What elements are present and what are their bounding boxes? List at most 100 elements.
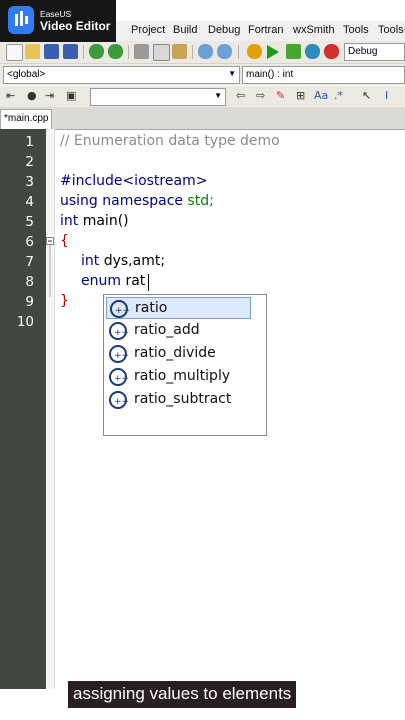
symbol-select[interactable]: main() : int [242, 66, 405, 84]
highlight-icon[interactable]: ✎ [276, 89, 285, 102]
regex-icon[interactable]: .* [334, 89, 343, 102]
symbol-value: main() : int [246, 69, 294, 80]
fold-margin[interactable] [46, 129, 55, 689]
arrow-left-icon[interactable]: ⇦ [236, 89, 245, 102]
code-line-1[interactable]: // Enumeration data type demo [60, 133, 280, 149]
save-all-icon[interactable] [63, 44, 78, 59]
code-line-8[interactable]: enum rat [81, 273, 145, 289]
toolbar-separator [128, 45, 129, 59]
scope-value: <global> [7, 69, 46, 80]
toolbar-separator [83, 45, 84, 59]
cut-icon[interactable] [134, 44, 149, 59]
menu-tools[interactable]: Tools [343, 24, 369, 36]
fold-marker-icon[interactable] [46, 237, 55, 297]
open-file-icon[interactable] [25, 44, 40, 59]
code-line-5[interactable]: int main() [60, 213, 129, 229]
video-caption: assigning values to elements [68, 681, 297, 708]
line-number-gutter: 1 2 3 4 5 6 7 8 9 10 [0, 129, 46, 689]
code-line-3[interactable]: #include<iostream> [60, 173, 207, 189]
paste-icon[interactable] [172, 44, 187, 59]
autocomplete-label: ratio_add [134, 322, 200, 338]
code-line-4[interactable]: using namespace std; [60, 193, 214, 209]
find-icon[interactable] [198, 44, 213, 59]
main-signature: main() [78, 213, 129, 229]
code-line-7[interactable]: int dys,amt; [81, 253, 165, 269]
search-combo[interactable]: ▼ [90, 88, 226, 106]
replace-icon[interactable] [217, 44, 232, 59]
pointer-icon[interactable]: ↖ [362, 89, 371, 102]
easeus-watermark: EaseUS Video Editor [0, 0, 116, 42]
rebuild-icon[interactable] [305, 44, 320, 59]
line-number: 6 [25, 234, 34, 250]
build-target-value: Debug [348, 46, 378, 57]
redo-icon[interactable] [108, 44, 123, 59]
svg-text:++: ++ [114, 351, 129, 361]
tab-main-cpp[interactable]: *main.cpp [0, 109, 52, 129]
arrow-right-icon[interactable]: ⇨ [256, 89, 265, 102]
comment-icon[interactable]: ▣ [66, 89, 76, 102]
line-number: 8 [25, 274, 34, 290]
autocomplete-label: ratio_subtract [134, 391, 232, 407]
keyword-int: int [81, 253, 100, 269]
copy-icon[interactable] [153, 44, 170, 61]
cpp-class-icon: ++ [109, 322, 129, 340]
keyword-int: int [60, 213, 79, 229]
breakpoint-icon[interactable]: ● [27, 89, 37, 102]
build-icon[interactable] [247, 44, 262, 59]
build-and-run-icon[interactable] [286, 44, 301, 59]
cpp-class-icon: ++ [109, 345, 129, 363]
autocomplete-item-ratio[interactable]: ++ ratio [106, 297, 251, 319]
cpp-class-icon: ++ [109, 391, 129, 409]
menu-build[interactable]: Build [173, 24, 197, 36]
code-line-9[interactable]: } [60, 293, 69, 309]
variable-declarations: dys,amt; [99, 253, 166, 269]
debug-toolbar: ⇤ ● ⇥ ▣ ▼ ⇦ ⇨ ✎ ⊞ Aa .* ↖ I [0, 86, 405, 108]
tab-label: *main.cpp [4, 113, 49, 124]
autocomplete-item-ratio-subtract[interactable]: ++ ratio_subtract [106, 389, 251, 411]
line-number: 10 [16, 314, 34, 330]
line-number: 1 [25, 134, 34, 150]
line-number: 7 [25, 254, 34, 270]
select-icon[interactable]: ⊞ [296, 89, 305, 102]
line-number: 2 [25, 154, 34, 170]
autocomplete-item-ratio-multiply[interactable]: ++ ratio_multiply [106, 366, 251, 388]
save-icon[interactable] [44, 44, 59, 59]
line-number: 5 [25, 214, 34, 230]
cpp-class-icon: ++ [109, 368, 129, 386]
line-number: 4 [25, 194, 34, 210]
watermark-brand: EaseUS [40, 9, 72, 19]
jump-back-icon[interactable]: ⇤ [6, 89, 15, 102]
cpp-class-icon: ++ [110, 300, 130, 318]
svg-text:++: ++ [114, 328, 129, 338]
undo-icon[interactable] [89, 44, 104, 59]
menu-tools-plus[interactable]: Tools+ [378, 24, 405, 36]
scope-select[interactable]: <global> ▼ [3, 66, 240, 84]
main-toolbar: Debug [0, 41, 405, 64]
autocomplete-item-ratio-add[interactable]: ++ ratio_add [106, 320, 251, 342]
code-line-6[interactable]: { [60, 233, 69, 249]
code-completion-toolbar: <global> ▼ main() : int [0, 64, 405, 85]
autocomplete-item-ratio-divide[interactable]: ++ ratio_divide [106, 343, 251, 365]
menu-project[interactable]: Project [131, 24, 165, 36]
namespace-std: std; [187, 193, 214, 209]
new-file-icon[interactable] [6, 44, 23, 61]
svg-text:++: ++ [115, 306, 130, 316]
run-icon[interactable] [267, 45, 279, 59]
match-case-icon[interactable]: Aa [314, 89, 328, 102]
menu-debug[interactable]: Debug [208, 24, 240, 36]
toolbar-separator [192, 45, 193, 59]
autocomplete-popup: ++ ratio ++ ratio_add ++ ratio_divide ++… [103, 294, 267, 436]
text-cursor [148, 274, 149, 291]
abort-icon[interactable] [324, 44, 339, 59]
watermark-product: Video Editor [40, 19, 111, 33]
keyword-enum: enum [81, 273, 121, 289]
typed-identifier: rat [121, 273, 146, 289]
text-cursor-icon[interactable]: I [385, 89, 388, 102]
svg-text:++: ++ [114, 374, 129, 384]
menu-wxsmith[interactable]: wxSmith [293, 24, 335, 36]
chevron-down-icon: ▼ [228, 69, 236, 78]
line-number: 3 [25, 174, 34, 190]
jump-forward-icon[interactable]: ⇥ [45, 89, 54, 102]
build-target-select[interactable]: Debug [344, 43, 405, 61]
menu-fortran[interactable]: Fortran [248, 24, 283, 36]
